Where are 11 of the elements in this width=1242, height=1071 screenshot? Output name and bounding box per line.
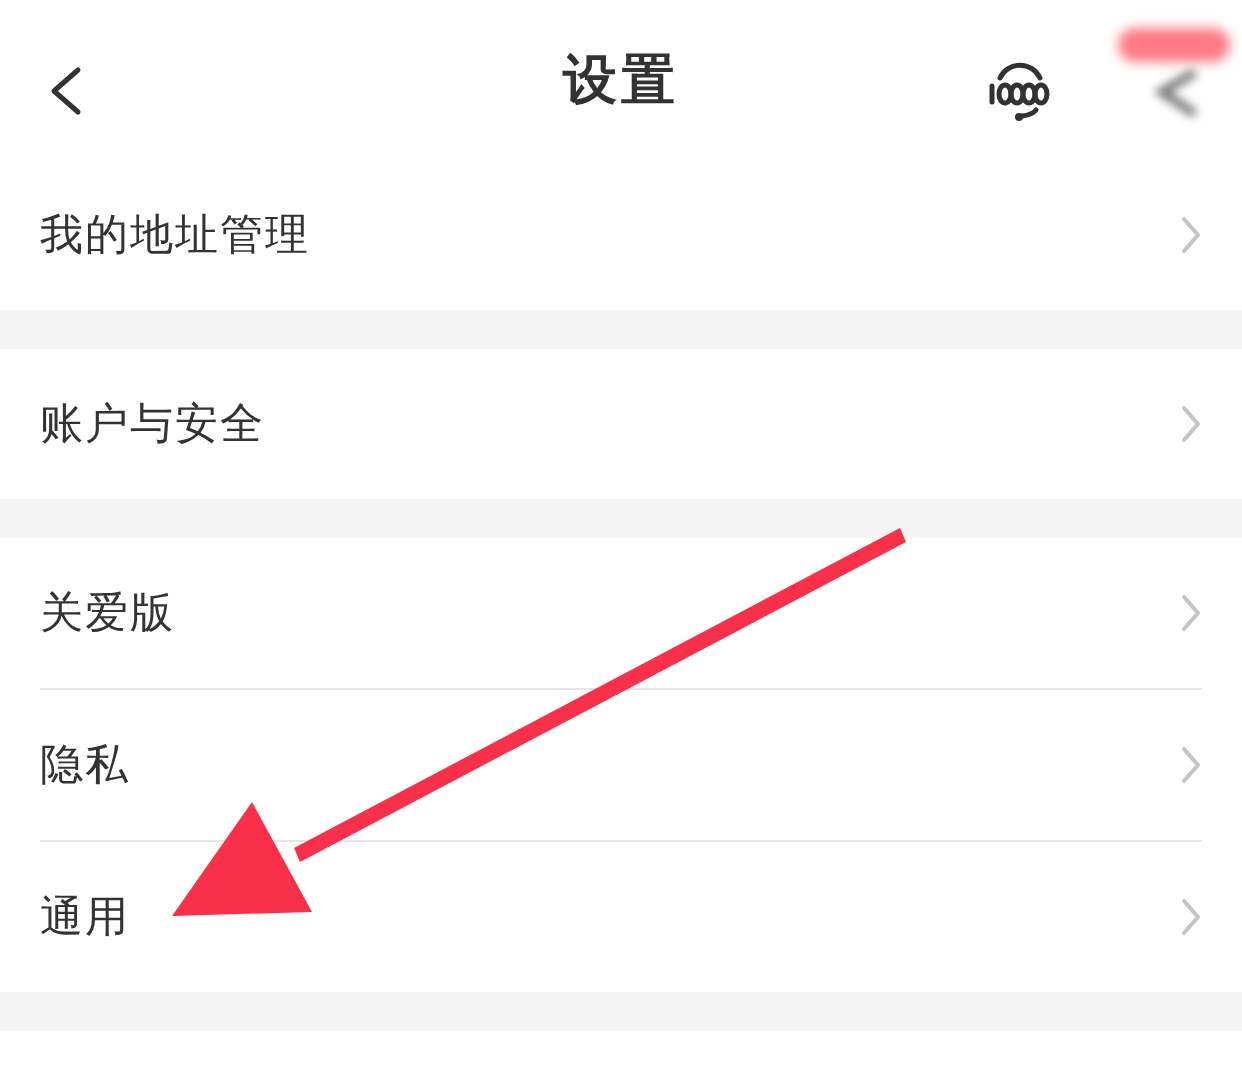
menu-item-label[interactable]: 通用 xyxy=(40,888,130,946)
menu-item-label[interactable]: 账户与安全 xyxy=(40,395,265,453)
menu-item-label[interactable]: 隐私 xyxy=(40,736,130,794)
chevron-right-icon xyxy=(1180,897,1202,937)
menu-item-label[interactable]: 我的地址管理 xyxy=(40,206,310,264)
chevron-right-icon xyxy=(1180,215,1202,255)
page-title: 设置 xyxy=(563,46,679,113)
menu-item-label[interactable]: 关爱版 xyxy=(40,584,175,642)
chevron-right-icon xyxy=(1180,404,1202,444)
chevron-right-icon xyxy=(1180,593,1202,633)
chevron-right-icon xyxy=(1180,745,1202,785)
